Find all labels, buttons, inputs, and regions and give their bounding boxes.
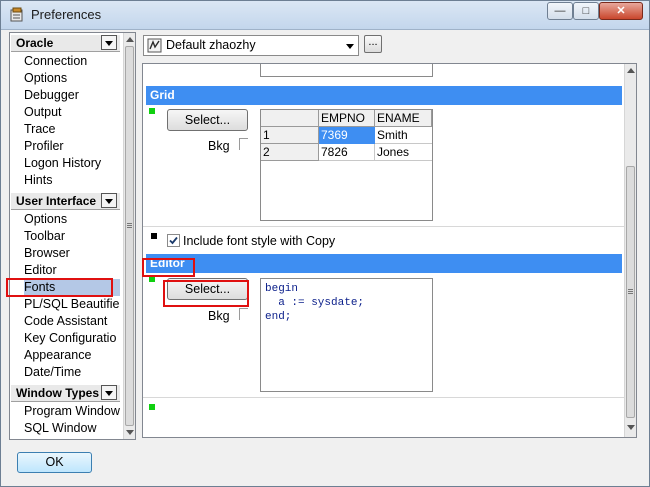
nav-item-date-time[interactable]: Date/Time [24, 364, 120, 381]
preferences-nav-panel: Oracle Connection Options Debugger Outpu… [9, 32, 136, 440]
grid-select-font-button[interactable]: Select... [167, 109, 248, 131]
scroll-up-icon[interactable] [126, 37, 134, 42]
chevron-down-icon[interactable] [346, 44, 354, 49]
nav-scrollbar[interactable] [123, 33, 135, 439]
chevron-down-icon[interactable] [101, 35, 117, 50]
nav-item-options[interactable]: Options [24, 70, 120, 87]
group-label: User Interface [16, 194, 97, 208]
editor-bkg-color-box[interactable] [239, 308, 248, 320]
grid-cell: Jones [375, 144, 432, 161]
nav-item-debugger[interactable]: Debugger [24, 87, 120, 104]
preferences-window: Preferences — □ ✕ Oracle Connection Opti… [0, 0, 650, 487]
code-line: begin [265, 283, 299, 295]
profile-value: Default zhaozhy [166, 38, 256, 52]
profile-select[interactable]: Default zhaozhy [143, 35, 359, 56]
nav-item-ui-options[interactable]: Options [24, 211, 120, 228]
grid-bkg-color-box[interactable] [239, 138, 248, 150]
include-font-style-checkbox[interactable] [167, 234, 180, 247]
user-profile-icon [147, 38, 162, 53]
copy-style-indicator [151, 233, 157, 239]
chevron-down-icon[interactable] [101, 385, 117, 400]
editor-font-preview: begin a := sysdate; end; [260, 278, 433, 392]
preferences-app-icon [10, 7, 23, 22]
font-settings-panel: Grid Select... Bkg EMPNO ENAME 1 7369 Sm… [142, 63, 637, 438]
dialog-client: Oracle Connection Options Debugger Outpu… [6, 30, 643, 481]
nav-item-connection[interactable]: Connection [24, 53, 120, 70]
grid-cell: 7826 [319, 144, 375, 161]
editor-indicator [149, 276, 155, 282]
code-line: end; [265, 311, 292, 323]
ok-button[interactable]: OK [17, 452, 92, 473]
editor-bkg-label: Bkg [208, 309, 230, 323]
grid-row-number: 1 [261, 127, 319, 144]
grid-corner-cell [261, 110, 319, 127]
close-button[interactable]: ✕ [599, 2, 643, 20]
scroll-down-icon[interactable] [627, 425, 635, 430]
group-label: Oracle [16, 36, 54, 50]
profile-options-button[interactable]: ... [364, 35, 382, 53]
nav-item-output[interactable]: Output [24, 104, 120, 121]
chevron-down-icon[interactable] [101, 193, 117, 208]
include-font-style-label: Include font style with Copy [183, 234, 336, 248]
grid-column-header: ENAME [375, 110, 432, 127]
nav-item-trace[interactable]: Trace [24, 121, 120, 138]
group-label: Window Types [16, 386, 100, 400]
grid-cell: Smith [375, 127, 432, 144]
window-title: Preferences [31, 7, 102, 22]
nav-item-logon-history[interactable]: Logon History [24, 155, 120, 172]
nav-item-plsql-beautifier[interactable]: PL/SQL Beautifie [24, 296, 120, 313]
grid-font-preview: EMPNO ENAME 1 7369 Smith 2 7826 Jones [260, 109, 433, 221]
grid-cell-selected: 7369 [319, 127, 375, 144]
group-window-types[interactable]: Window Types [11, 384, 120, 402]
next-section-indicator [149, 404, 155, 410]
group-user-interface[interactable]: User Interface [11, 192, 120, 210]
nav-item-browser[interactable]: Browser [24, 245, 120, 262]
title-bar: Preferences — □ ✕ [1, 1, 649, 30]
nav-item-fonts[interactable]: Fonts [24, 279, 120, 296]
nav-item-key-configuration[interactable]: Key Configuratio [24, 330, 120, 347]
nav-item-code-assistant[interactable]: Code Assistant [24, 313, 120, 330]
nav-item-toolbar[interactable]: Toolbar [24, 228, 120, 245]
scroll-down-icon[interactable] [126, 430, 134, 435]
maximize-button[interactable]: □ [573, 2, 599, 20]
section-editor-header: Editor [146, 254, 622, 273]
grid-indicator [149, 108, 155, 114]
scroll-thumb[interactable] [125, 46, 134, 426]
grid-column-header: EMPNO [319, 110, 375, 127]
nav-item-appearance[interactable]: Appearance [24, 347, 120, 364]
scroll-thumb[interactable] [626, 166, 635, 418]
group-oracle[interactable]: Oracle [11, 34, 120, 52]
section-grid-header: Grid [146, 86, 622, 105]
checkmark-icon [169, 236, 178, 245]
grid-row-number: 2 [261, 144, 319, 161]
nav-item-hints[interactable]: Hints [24, 172, 120, 189]
nav-item-profiler[interactable]: Profiler [24, 138, 120, 155]
previous-font-preview [260, 64, 433, 77]
nav-item-editor[interactable]: Editor [24, 262, 120, 279]
grid-bkg-label: Bkg [208, 139, 230, 153]
minimize-button[interactable]: — [547, 2, 573, 20]
settings-scrollbar[interactable] [624, 64, 636, 437]
nav-item-sql-window[interactable]: SQL Window [24, 420, 120, 437]
editor-select-font-button[interactable]: Select... [167, 278, 248, 300]
code-line: a := sysdate; [265, 297, 365, 309]
scroll-up-icon[interactable] [627, 68, 635, 73]
nav-item-program-window[interactable]: Program Window [24, 403, 120, 420]
